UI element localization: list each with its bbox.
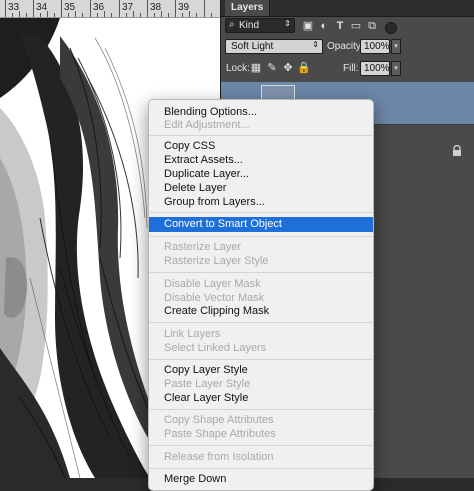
opacity-label: Opacity: [327, 41, 364, 52]
menu-separator [149, 409, 373, 410]
menu-item-copy-layer-style[interactable]: Copy Layer Style [149, 363, 373, 377]
menu-item-paste-shape-attributes: Paste Shape Attributes [164, 428, 276, 440]
ruler-number: 33 [8, 2, 20, 13]
image-filter-icon[interactable]: ▣ [301, 19, 315, 33]
ruler-number: 34 [36, 2, 48, 13]
ruler-number: 35 [64, 2, 76, 13]
menu-separator [149, 236, 373, 237]
horizontal-ruler[interactable]: 33 34 35 36 37 38 39 [0, 0, 220, 18]
menu-item-duplicate-layer[interactable]: Duplicate Layer... [149, 167, 373, 181]
fill-label: Fill: [343, 63, 359, 74]
filter-toggle-button[interactable] [385, 22, 397, 34]
dropdown-arrows-icon: ⇕ [284, 19, 291, 28]
opacity-input[interactable]: 100% [360, 39, 390, 54]
menu-item-link-layers: Link Layers [164, 328, 221, 340]
smart-object-filter-icon[interactable]: ⧉ [365, 19, 379, 33]
menu-item-paste-layer-style: Paste Layer Style [164, 378, 251, 390]
opacity-slider-button[interactable]: ▾ [391, 39, 401, 54]
menu-separator [149, 468, 373, 469]
menu-separator [149, 445, 373, 446]
fill-slider-button[interactable]: ▾ [391, 61, 401, 76]
menu-separator [149, 212, 373, 213]
menu-separator [149, 135, 373, 136]
menu-separator [149, 322, 373, 323]
menu-separator [149, 272, 373, 273]
menu-item-clear-layer-style[interactable]: Clear Layer Style [149, 391, 373, 405]
blend-mode-value: Soft Light [231, 41, 274, 52]
fill-input[interactable]: 100% [360, 61, 390, 76]
layer-filter-select[interactable]: ⌕ Kind ⇕ [225, 18, 295, 33]
menu-item-create-clipping-mask[interactable]: Create Clipping Mask [149, 304, 373, 318]
ruler-number: 36 [93, 2, 105, 13]
lock-position-icon[interactable]: ✥ [281, 61, 295, 75]
filter-kind-value: Kind [239, 20, 260, 31]
blend-mode-select[interactable]: Soft Light ⇕ [225, 39, 323, 54]
menu-item-convert-to-smart-object[interactable]: Convert to Smart Object [149, 217, 373, 232]
menu-item-disable-vector-mask: Disable Vector Mask [164, 292, 265, 304]
ruler-number: 38 [150, 2, 162, 13]
menu-item-edit-adjustment: Edit Adjustment... [164, 119, 250, 131]
opacity-value: 100% [364, 41, 390, 52]
menu-item-copy-shape-attributes: Copy Shape Attributes [164, 414, 274, 426]
fill-value: 100% [364, 63, 390, 74]
menu-separator [149, 359, 373, 360]
layer-context-menu: Blending Options... Edit Adjustment... C… [148, 99, 374, 491]
menu-item-release-from-isolation: Release from Isolation [164, 451, 274, 463]
dropdown-arrows-icon: ⇕ [312, 40, 319, 49]
menu-item-group-from-layers[interactable]: Group from Layers... [149, 195, 373, 209]
search-icon: ⌕ [229, 19, 235, 30]
menu-item-disable-layer-mask: Disable Layer Mask [164, 278, 261, 290]
tab-layers[interactable]: Layers [225, 0, 271, 16]
shape-filter-icon[interactable]: ▭ [349, 19, 363, 33]
lock-all-icon[interactable]: 🔒 [297, 61, 311, 75]
menu-item-select-linked-layers: Select Linked Layers [164, 342, 267, 354]
lock-transparent-pixels-icon[interactable]: ▦ [249, 61, 263, 75]
lock-label: Lock: [226, 63, 250, 74]
lock-icon [453, 145, 461, 156]
lock-image-pixels-icon[interactable]: ✎ [265, 61, 279, 75]
menu-item-merge-down[interactable]: Merge Down [149, 472, 373, 486]
menu-item-extract-assets[interactable]: Extract Assets... [149, 153, 373, 167]
ruler-number: 39 [178, 2, 190, 13]
menu-item-rasterize-layer-style: Rasterize Layer Style [164, 255, 269, 267]
menu-item-rasterize-layer: Rasterize Layer [164, 241, 242, 253]
panel-tab-bar: Layers [221, 0, 474, 17]
ruler-number: 37 [122, 2, 134, 13]
menu-item-blending-options[interactable]: Blending Options... [149, 105, 373, 119]
menu-item-delete-layer[interactable]: Delete Layer [149, 181, 373, 195]
type-filter-icon[interactable]: T [333, 19, 347, 33]
adjustment-filter-icon[interactable]: ◐ [317, 19, 331, 33]
menu-item-copy-css[interactable]: Copy CSS [149, 139, 373, 153]
